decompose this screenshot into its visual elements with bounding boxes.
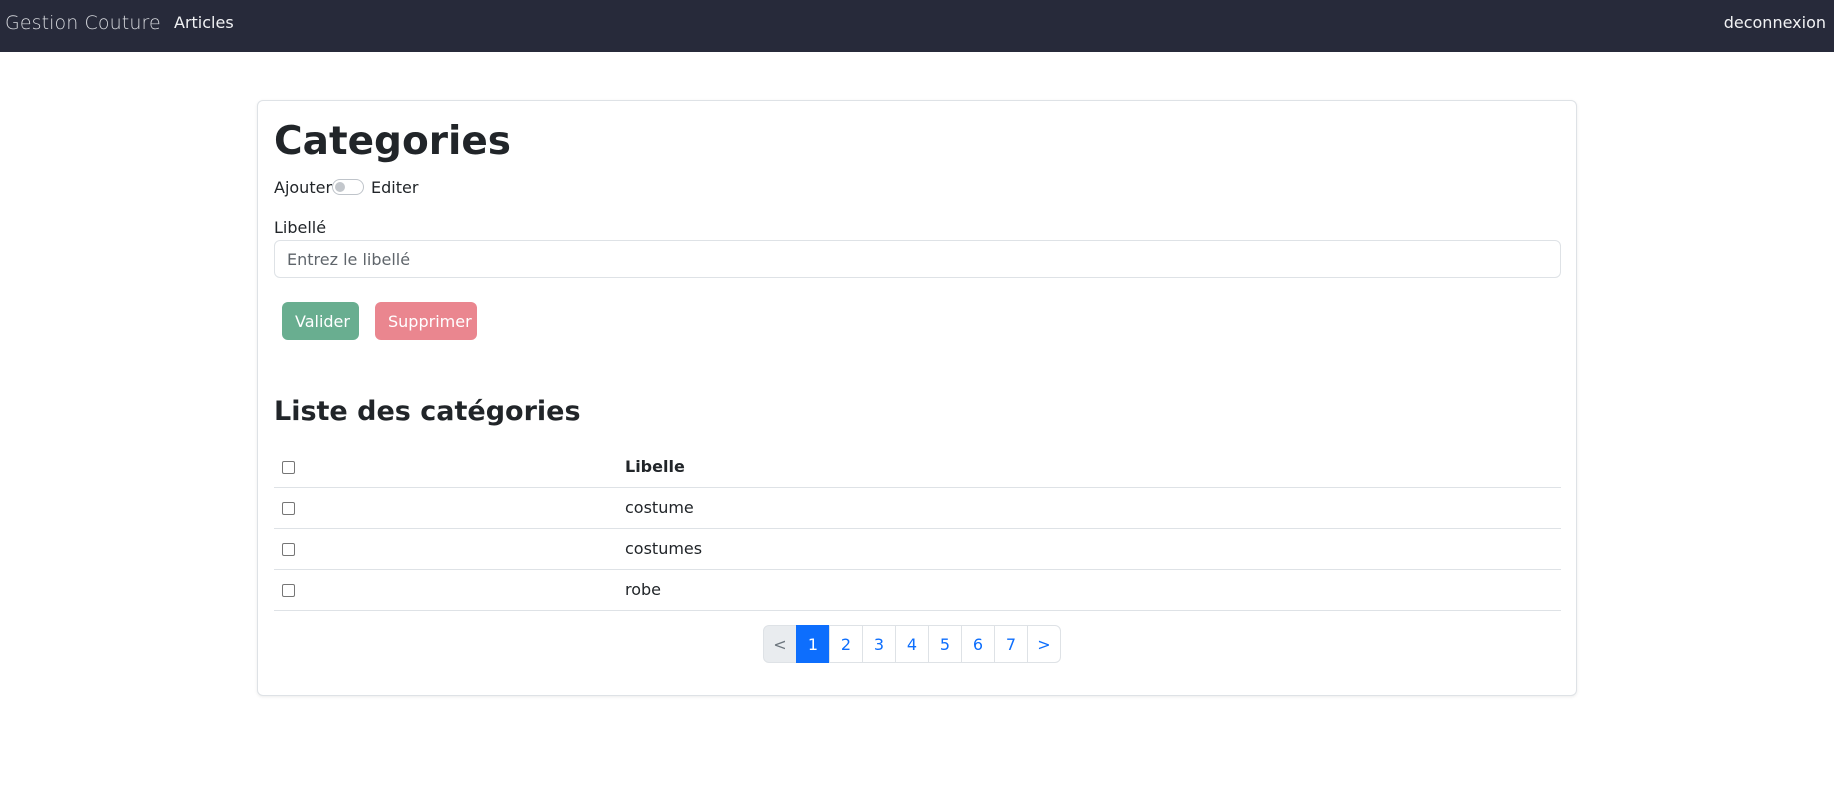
page-title: Categories <box>274 119 512 164</box>
row-checkbox[interactable] <box>282 502 295 515</box>
row-checkbox-cell <box>274 487 617 529</box>
table-header-row: Libelle <box>274 446 1561 488</box>
pagination-page-3[interactable]: 3 <box>862 625 896 663</box>
pagination-page-6[interactable]: 6 <box>961 625 995 663</box>
toggle-label-editer: Editer <box>371 177 419 197</box>
mode-toggle-row: Ajouter Editer <box>274 176 418 198</box>
pagination-prev[interactable]: < <box>763 625 797 663</box>
libelle-input[interactable] <box>274 240 1561 278</box>
toggle-label-ajouter: Ajouter <box>274 177 333 197</box>
row-libelle: costumes <box>617 528 1561 570</box>
pagination-page-1[interactable]: 1 <box>796 625 830 663</box>
table-row: costumes <box>274 528 1561 570</box>
logout-link[interactable]: deconnexion <box>1724 13 1826 32</box>
supprimer-button[interactable]: Supprimer <box>375 302 477 340</box>
mode-switch[interactable] <box>332 179 365 195</box>
pagination: < 1 2 3 4 5 6 7 > <box>763 625 1061 663</box>
nav-link-articles[interactable]: Articles <box>174 13 234 32</box>
row-libelle: robe <box>617 569 1561 611</box>
row-checkbox-cell <box>274 569 617 611</box>
select-all-checkbox[interactable] <box>282 460 295 474</box>
table-row: robe <box>274 569 1561 611</box>
row-checkbox[interactable] <box>282 543 295 556</box>
valider-button[interactable]: Valider <box>282 302 359 340</box>
categories-card: Categories Ajouter Editer Libellé Valide… <box>257 100 1577 696</box>
pagination-page-5[interactable]: 5 <box>928 625 962 663</box>
row-checkbox[interactable] <box>282 584 295 597</box>
header-libelle: Libelle <box>617 446 1561 488</box>
switch-knob <box>335 182 346 192</box>
pagination-page-7[interactable]: 7 <box>994 625 1028 663</box>
libelle-label: Libellé <box>274 218 327 237</box>
pagination-page-4[interactable]: 4 <box>895 625 929 663</box>
list-title: Liste des catégories <box>274 396 581 427</box>
pagination-page-2[interactable]: 2 <box>829 625 863 663</box>
row-checkbox-cell <box>274 528 617 570</box>
top-navbar: Gestion Couture Articles deconnexion <box>0 0 1834 52</box>
categories-table: Libelle costume costumes robe <box>274 446 1561 611</box>
row-libelle: costume <box>617 487 1561 529</box>
brand-link[interactable]: Gestion Couture <box>5 12 161 34</box>
header-checkbox-cell <box>274 446 617 488</box>
pagination-next[interactable]: > <box>1027 625 1061 663</box>
table-row: costume <box>274 487 1561 529</box>
